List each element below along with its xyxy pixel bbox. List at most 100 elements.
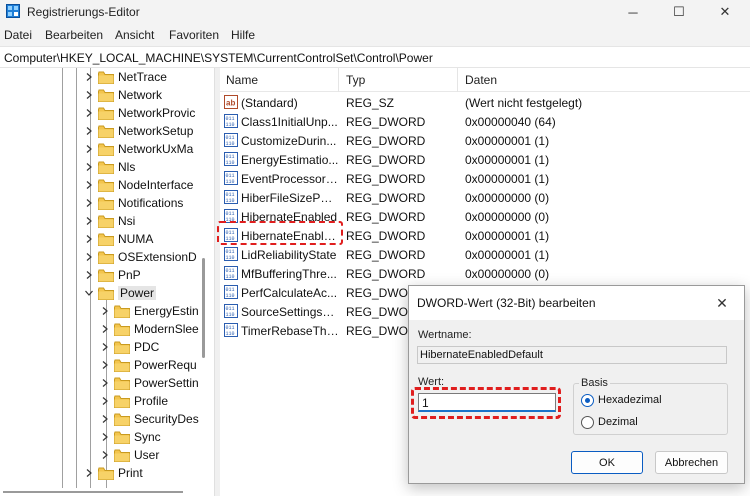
address-bar[interactable]: Computer\HKEY_LOCAL_MACHINE\SYSTEM\Curre… xyxy=(0,46,750,68)
dec-radio-label[interactable]: Dezimal xyxy=(598,416,638,428)
chevron-right-icon[interactable] xyxy=(84,234,94,244)
tree-item[interactable]: Print xyxy=(84,464,143,482)
chevron-right-icon[interactable] xyxy=(84,108,94,118)
chevron-right-icon[interactable] xyxy=(100,306,110,316)
tree-item[interactable]: ModernSlee xyxy=(100,320,199,338)
menu-bearbeiten[interactable]: Bearbeiten xyxy=(45,28,103,42)
svg-text:ab: ab xyxy=(226,99,235,108)
value-data-cell: 0x00000001 (1) xyxy=(465,153,550,167)
list-row[interactable]: 011 110 Class1InitialUnp... REG_DWORD 0x0000… xyxy=(220,112,750,131)
value-type-cell: REG_DWORD xyxy=(346,134,426,148)
tree-item-label: Notifications xyxy=(118,196,184,210)
tree-item[interactable]: NodeInterface xyxy=(84,176,193,194)
list-row[interactable]: ab (Standard) REG_SZ (Wert nicht festgelegt… xyxy=(220,93,750,112)
list-row[interactable]: 011 110 LidReliabilityState REG_DWORD 0x0000… xyxy=(220,245,750,264)
chevron-right-icon[interactable] xyxy=(100,432,110,442)
column-name[interactable]: Name xyxy=(226,73,258,87)
tree-item[interactable]: OSExtensionD xyxy=(84,248,197,266)
value-type-cell: REG_DWORD xyxy=(346,115,426,129)
tree-item[interactable]: PowerRequ xyxy=(100,356,197,374)
binary-value-icon: 011 110 xyxy=(224,247,238,261)
menu-ansicht[interactable]: Ansicht xyxy=(115,28,154,42)
chevron-right-icon[interactable] xyxy=(84,198,94,208)
tree-guide-line xyxy=(62,68,63,488)
list-row[interactable]: 011 110 EventProcessorE... REG_DWORD 0x00000… xyxy=(220,169,750,188)
folder-icon xyxy=(98,107,114,120)
chevron-right-icon[interactable] xyxy=(100,342,110,352)
tree-item[interactable]: NetworkProvic xyxy=(84,104,195,122)
chevron-right-icon[interactable] xyxy=(100,450,110,460)
folder-icon xyxy=(114,395,130,408)
tree-item-label: PDC xyxy=(134,340,160,354)
list-row[interactable]: 011 110 MfBufferingThre... REG_DWORD 0x00000… xyxy=(220,264,750,283)
menu-hilfe[interactable]: Hilfe xyxy=(231,28,255,42)
value-name-cell: CustomizeDurin... xyxy=(241,134,337,148)
ok-button[interactable]: OK xyxy=(571,451,643,474)
list-row[interactable]: 011 110 EnergyEstimatio... REG_DWORD 0x00000… xyxy=(220,150,750,169)
binary-value-icon: 011 110 xyxy=(224,171,238,185)
chevron-right-icon[interactable] xyxy=(100,324,110,334)
value-type-cell: REG_DWORD xyxy=(346,172,426,186)
value-type-cell: REG_DWORD xyxy=(346,248,426,262)
chevron-right-icon[interactable] xyxy=(100,360,110,370)
tree-item[interactable]: PnP xyxy=(84,266,141,284)
svg-text:110: 110 xyxy=(226,331,235,337)
value-name-cell: EventProcessorE... xyxy=(241,172,339,186)
value-name-cell: Class1InitialUnp... xyxy=(241,115,338,129)
column-type[interactable]: Typ xyxy=(346,73,365,87)
chevron-right-icon[interactable] xyxy=(100,378,110,388)
chevron-right-icon[interactable] xyxy=(100,414,110,424)
minimize-button[interactable]: ─ xyxy=(610,0,656,24)
dec-radio[interactable] xyxy=(581,416,594,429)
tree-item[interactable]: User xyxy=(100,446,159,464)
tree-item[interactable]: Profile xyxy=(100,392,168,410)
column-divider[interactable] xyxy=(457,68,458,92)
tree-scroll-thumb[interactable] xyxy=(3,491,183,493)
chevron-right-icon[interactable] xyxy=(84,126,94,136)
chevron-right-icon[interactable] xyxy=(84,72,94,82)
chevron-right-icon[interactable] xyxy=(84,180,94,190)
tree-item[interactable]: Notifications xyxy=(84,194,183,212)
chevron-right-icon[interactable] xyxy=(84,252,94,262)
tree-item[interactable]: NetworkSetup xyxy=(84,122,193,140)
tree-item[interactable]: Network xyxy=(84,86,162,104)
tree-item[interactable]: SecurityDes xyxy=(100,410,199,428)
chevron-right-icon[interactable] xyxy=(84,144,94,154)
chevron-down-icon[interactable] xyxy=(84,288,94,298)
cancel-button[interactable]: Abbrechen xyxy=(655,451,728,474)
menu-favoriten[interactable]: Favoriten xyxy=(169,28,219,42)
tree-item[interactable]: NUMA xyxy=(84,230,153,248)
dialog-close-icon[interactable]: ✕ xyxy=(709,292,735,314)
key-tree[interactable]: NetTrace Network NetworkProvic NetworkSetup… xyxy=(0,68,214,488)
column-divider[interactable] xyxy=(338,68,339,92)
tree-item[interactable]: Nsi xyxy=(84,212,135,230)
chevron-right-icon[interactable] xyxy=(84,468,94,478)
chevron-right-icon[interactable] xyxy=(100,396,110,406)
tree-horizontal-scrollbar[interactable] xyxy=(0,488,214,496)
window-title: Registrierungs-Editor xyxy=(27,5,140,19)
binary-value-icon: 011 110 xyxy=(224,304,238,318)
chevron-right-icon[interactable] xyxy=(84,270,94,280)
list-row[interactable]: 011 110 CustomizeDurin... REG_DWORD 0x000000… xyxy=(220,131,750,150)
close-button[interactable]: ✕ xyxy=(702,0,748,24)
tree-item[interactable]: Sync xyxy=(100,428,161,446)
tree-item[interactable]: PDC xyxy=(100,338,159,356)
list-row[interactable]: 011 110 HiberFileSizePer... REG_DWORD 0x0000… xyxy=(220,188,750,207)
folder-icon xyxy=(114,323,130,336)
chevron-right-icon[interactable] xyxy=(84,216,94,226)
tree-item[interactable]: EnergyEstin xyxy=(100,302,199,320)
menu-datei[interactable]: Datei xyxy=(4,28,32,42)
tree-item[interactable]: PowerSettin xyxy=(100,374,199,392)
maximize-button[interactable]: ☐ xyxy=(656,0,702,24)
tree-item[interactable]: NetworkUxMa xyxy=(84,140,193,158)
tree-item[interactable]: Nls xyxy=(84,158,135,176)
tree-vertical-scrollbar[interactable] xyxy=(202,258,205,358)
hex-radio[interactable] xyxy=(581,394,594,407)
hex-radio-label[interactable]: Hexadezimal xyxy=(598,394,662,406)
chevron-right-icon[interactable] xyxy=(84,162,94,172)
tree-item[interactable]: Power xyxy=(84,284,157,302)
value-type-cell: REG_SZ xyxy=(346,96,395,110)
tree-item[interactable]: NetTrace xyxy=(84,68,167,86)
chevron-right-icon[interactable] xyxy=(84,90,94,100)
column-data[interactable]: Daten xyxy=(465,73,497,87)
